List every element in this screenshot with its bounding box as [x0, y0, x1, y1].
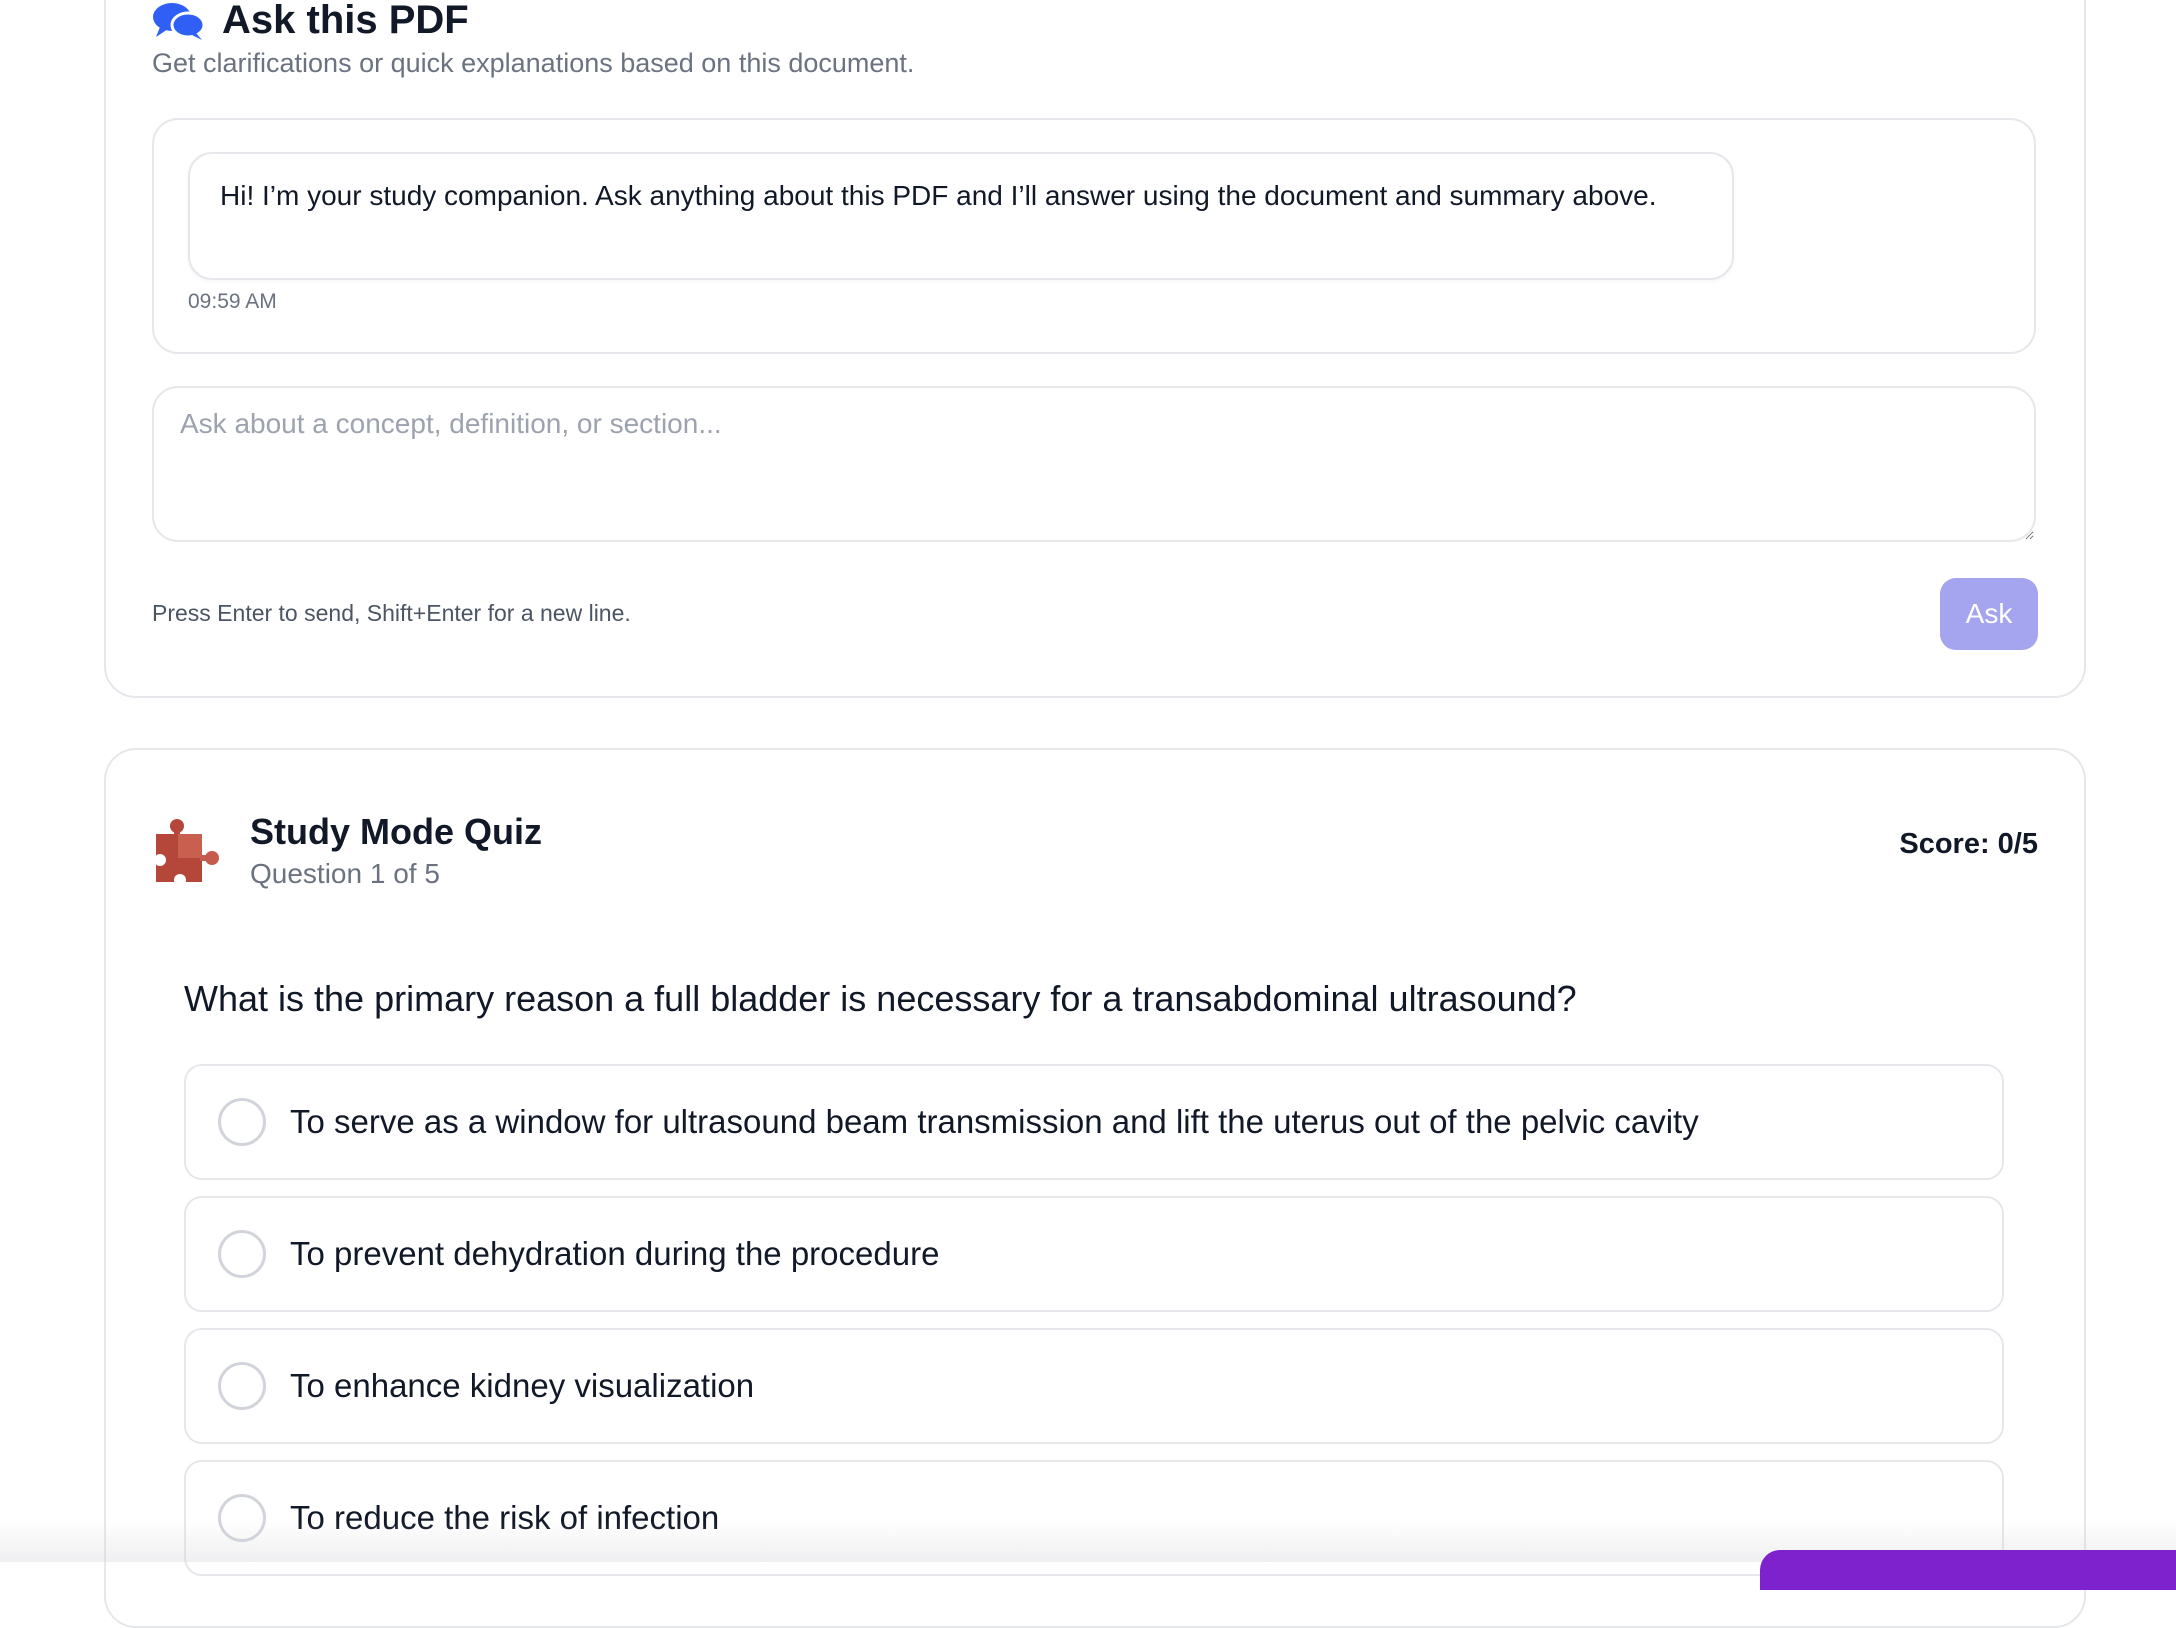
ask-pdf-title: Ask this PDF: [222, 0, 469, 42]
answer-option[interactable]: To serve as a window for ultrasound beam…: [184, 1064, 2004, 1180]
quiz-progress: Question 1 of 5: [250, 858, 440, 889]
answer-option[interactable]: To enhance kidney visualization: [184, 1328, 2004, 1444]
radio-button[interactable]: [218, 1230, 266, 1278]
quiz-question: What is the primary reason a full bladde…: [184, 978, 1577, 1019]
puzzle-piece-icon: [152, 818, 222, 886]
answer-options: To serve as a window for ultrasound beam…: [184, 1064, 2004, 1592]
quiz-header: Study Mode Quiz Question 1 of 5: [152, 810, 542, 890]
quiz-score: Score: 0/5: [1899, 828, 2038, 860]
ask-button[interactable]: Ask: [1940, 578, 2038, 650]
floating-action-bar[interactable]: [1760, 1550, 2176, 1590]
send-hint: Press Enter to send, Shift+Enter for a n…: [152, 600, 631, 626]
assistant-message: Hi! I’m your study companion. Ask anythi…: [188, 152, 1734, 280]
ask-pdf-subtitle: Get clarifications or quick explanations…: [152, 48, 915, 78]
message-timestamp: 09:59 AM: [188, 290, 277, 313]
answer-option-label: To enhance kidney visualization: [290, 1367, 755, 1404]
radio-button[interactable]: [218, 1494, 266, 1542]
radio-button[interactable]: [218, 1098, 266, 1146]
answer-option-label: To prevent dehydration during the proced…: [290, 1235, 940, 1272]
ask-pdf-header: Ask this PDF: [152, 0, 469, 43]
radio-button[interactable]: [218, 1362, 266, 1410]
quiz-heading-group: Study Mode Quiz Question 1 of 5: [250, 810, 542, 890]
answer-option-label: To serve as a window for ultrasound beam…: [290, 1103, 1699, 1140]
answer-option[interactable]: To prevent dehydration during the proced…: [184, 1196, 2004, 1312]
answer-option-label: To reduce the risk of infection: [290, 1499, 720, 1536]
ask-pdf-card: Ask this PDF Get clarifications or quick…: [104, 0, 2086, 698]
answer-option[interactable]: To reduce the risk of infection: [184, 1460, 2004, 1576]
quiz-title: Study Mode Quiz: [250, 811, 542, 852]
chat-bubbles-icon: [152, 1, 206, 41]
study-quiz-card: Study Mode Quiz Question 1 of 5 Score: 0…: [104, 748, 2086, 1628]
question-input[interactable]: [152, 386, 2036, 542]
chat-history: Hi! I’m your study companion. Ask anythi…: [152, 118, 2036, 354]
